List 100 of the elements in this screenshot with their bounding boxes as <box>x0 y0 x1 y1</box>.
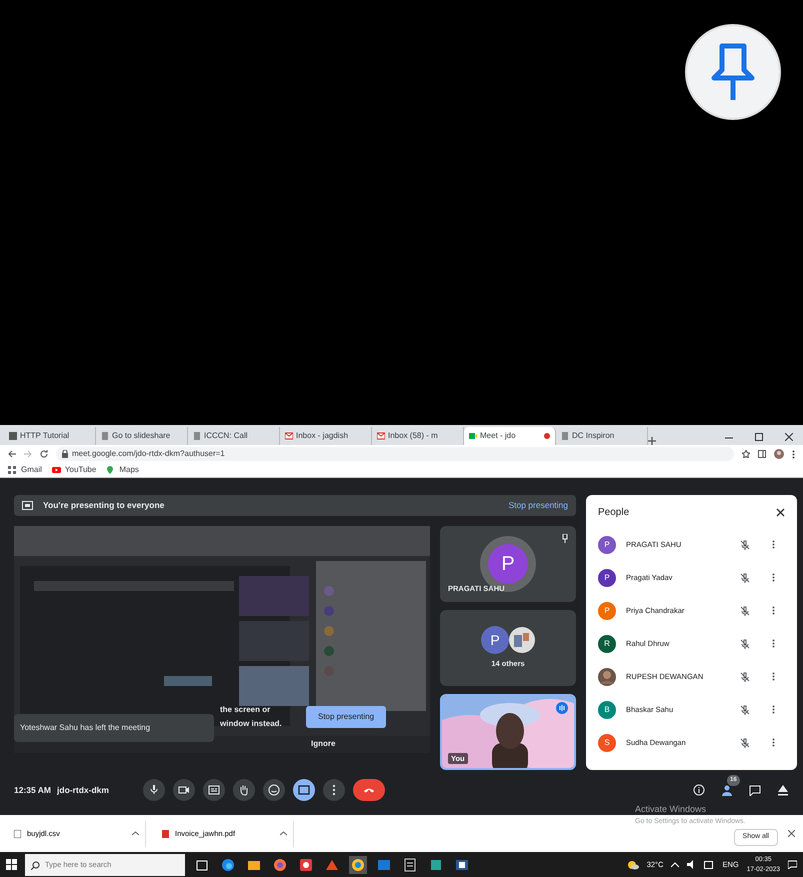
map-pin-icon <box>106 466 116 474</box>
app-icon[interactable] <box>299 858 313 872</box>
file-icon <box>162 830 169 838</box>
camera-icon <box>178 784 190 796</box>
page-icon <box>561 432 569 440</box>
control-button[interactable] <box>172 779 195 801</box>
mic-off-icon <box>740 672 750 682</box>
bookmark-link[interactable]: Gmail <box>8 464 42 476</box>
notification-toast: Yoteshwar Sahu has left the meeting <box>14 714 214 742</box>
avatar: P <box>598 602 616 620</box>
start-icon[interactable] <box>6 859 17 870</box>
meeting-code: jdo-rtdx-dkm <box>57 784 109 796</box>
mail-icon <box>285 432 293 440</box>
banner-text: You're presenting to everyone <box>43 499 164 512</box>
present-screen-icon <box>22 501 33 510</box>
avatar: B <box>598 700 616 718</box>
caret-icon <box>280 831 287 836</box>
back-icon[interactable] <box>8 450 16 458</box>
hang-up-button[interactable] <box>352 779 385 801</box>
mic-off-icon <box>740 638 750 648</box>
play-icon <box>52 466 61 474</box>
control-button[interactable] <box>232 779 255 801</box>
microphone-icon <box>148 784 160 796</box>
search-icon <box>31 860 40 870</box>
people-icon[interactable] <box>721 784 733 796</box>
app-icon[interactable] <box>429 858 443 872</box>
caret-icon[interactable] <box>671 862 680 868</box>
browser-icon[interactable] <box>221 858 235 872</box>
side-panel-icon[interactable] <box>758 450 766 458</box>
pin-icon <box>710 42 756 102</box>
menu-icon[interactable] <box>792 450 795 458</box>
file-icon <box>14 830 21 838</box>
profile-avatar-icon[interactable] <box>774 449 784 459</box>
app-icon[interactable] <box>455 858 469 872</box>
lock-icon <box>62 450 68 458</box>
mail-icon <box>377 432 385 440</box>
avatar: R <box>598 634 616 652</box>
more-options-icon[interactable] <box>772 672 775 681</box>
notifications-icon[interactable] <box>788 860 797 869</box>
more-options-icon[interactable] <box>772 606 775 615</box>
page-icon <box>101 432 109 440</box>
stop-presenting-link[interactable]: Stop presenting <box>508 499 568 512</box>
control-button[interactable] <box>262 779 285 801</box>
avatar: S <box>598 734 616 752</box>
more-options-icon[interactable] <box>772 540 775 549</box>
bookmark-link[interactable]: YouTube <box>52 464 96 476</box>
mic-off-icon <box>740 572 750 582</box>
dialog-text: the screen or <box>220 704 272 716</box>
star-icon[interactable] <box>742 450 750 458</box>
dialog-text: window instead. <box>220 718 282 730</box>
captions-icon <box>208 784 220 796</box>
mic-off-icon <box>740 540 750 550</box>
activities-icon[interactable] <box>777 784 789 796</box>
browser-icon[interactable] <box>273 858 287 872</box>
control-button[interactable] <box>322 779 345 801</box>
more-options-icon[interactable] <box>772 639 775 648</box>
avatar: P <box>598 568 616 586</box>
close-icon[interactable] <box>788 830 795 837</box>
browser-icon[interactable] <box>351 858 365 872</box>
address-bar[interactable]: meet.google.com/jdo-rtdx-dkm?authuser=1 <box>56 447 734 461</box>
ignore-button[interactable]: Ignore <box>311 738 336 750</box>
smiley-icon <box>268 784 280 796</box>
control-button[interactable] <box>292 779 315 801</box>
mic-off-icon <box>740 606 750 616</box>
bookmark-link[interactable]: Maps <box>106 464 139 476</box>
maximize-icon[interactable] <box>755 433 763 441</box>
avatar: P <box>598 536 616 554</box>
apps-grid-icon <box>8 466 17 474</box>
raised-hand-icon <box>238 784 250 796</box>
page-icon <box>9 432 17 440</box>
close-icon[interactable] <box>776 508 785 517</box>
present-screen-icon <box>298 784 310 796</box>
stop-presenting-button[interactable]: Stop presenting <box>306 706 386 728</box>
control-button[interactable] <box>142 779 165 801</box>
task-view-icon[interactable] <box>195 858 209 872</box>
more-options-icon[interactable] <box>772 738 775 747</box>
video-camera-icon <box>469 432 477 440</box>
panel-title: People <box>598 506 630 520</box>
more-options-icon[interactable] <box>772 573 775 582</box>
meeting-time: 12:35 AM <box>14 784 52 796</box>
control-button[interactable] <box>202 779 225 801</box>
new-tab-icon[interactable] <box>648 437 656 445</box>
avatar: P <box>488 544 528 584</box>
audio-level-icon <box>556 702 568 714</box>
avatar: P <box>481 626 509 654</box>
reload-icon[interactable] <box>40 450 48 458</box>
close-icon[interactable] <box>785 433 793 441</box>
mic-off-icon <box>740 704 750 714</box>
mic-off-icon <box>740 738 750 748</box>
page-icon <box>193 432 201 440</box>
pin-icon <box>562 534 568 543</box>
chat-icon[interactable] <box>749 784 761 796</box>
network-icon[interactable] <box>704 860 714 868</box>
caret-icon <box>132 831 139 836</box>
weather-icon <box>626 860 639 870</box>
activation-title: Activate Windows <box>635 803 708 816</box>
browser-tab[interactable]: Meet - jdo <box>464 427 556 445</box>
info-icon[interactable] <box>693 784 705 796</box>
document-icon[interactable] <box>403 858 417 872</box>
more-options-icon[interactable] <box>772 705 775 714</box>
